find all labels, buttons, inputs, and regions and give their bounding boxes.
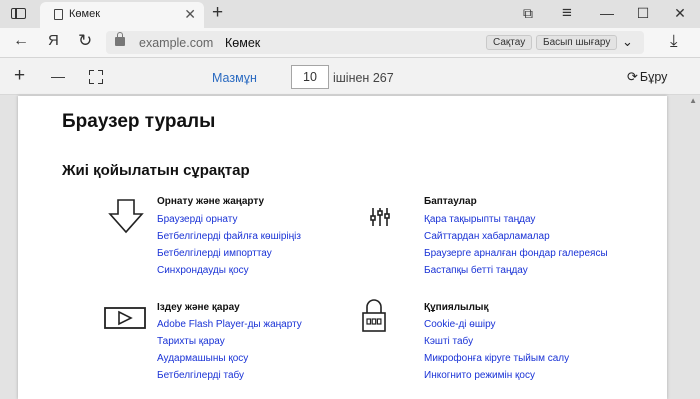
close-window-icon[interactable]: ✕ xyxy=(670,4,690,22)
section-link[interactable]: Микрофонға кіруге тыйым салу xyxy=(424,353,569,364)
section-link[interactable]: Бетбелгілерді файлға көшіріңіз xyxy=(157,231,301,242)
section-title: Іздеу және қарау xyxy=(157,302,240,313)
scroll-up-icon[interactable]: ▲ xyxy=(689,96,697,105)
padlock-icon xyxy=(362,299,386,332)
page-number-input[interactable]: 10 xyxy=(291,65,329,89)
minimize-icon[interactable]: — xyxy=(597,4,617,22)
faq-heading: Жиі қойылатын сұрақтар xyxy=(62,162,250,179)
section-link[interactable]: Қара тақырыпты таңдау xyxy=(424,214,535,225)
section-title: Құпиялылық xyxy=(424,302,489,313)
section-title: Орнату және жаңарту xyxy=(157,196,265,207)
bookmarks-icon[interactable]: ⧉ xyxy=(518,4,538,22)
section-link[interactable]: Синхрондауды қосу xyxy=(157,265,249,276)
section-link[interactable]: Браузерге арналған фондар галереясы xyxy=(424,248,608,259)
section-link[interactable]: Инкогнито режимін қосу xyxy=(424,370,535,381)
reload-icon[interactable]: ↻ xyxy=(78,31,92,51)
download-arrow-icon xyxy=(108,199,144,234)
section-link[interactable]: Кэшті табу xyxy=(424,336,473,347)
page-heading: Браузер туралы xyxy=(62,111,216,132)
video-play-icon xyxy=(104,307,146,329)
section-link[interactable]: Аудармашыны қосу xyxy=(157,353,248,364)
pdf-page: Браузер туралы Жиі қойылатын сұрақтар Ор… xyxy=(18,96,667,399)
address-bar[interactable]: example.com Көмек Сақтау Басып шығару ⌄ xyxy=(106,31,644,54)
table-of-contents-link[interactable]: Мазмұн xyxy=(212,71,257,85)
page-count-label: ішінен 267 xyxy=(333,71,394,85)
rotate-label: Бұру xyxy=(639,70,668,84)
tab-help[interactable]: Көмек ✕ xyxy=(40,2,204,28)
sliders-icon xyxy=(370,208,390,226)
navigation-bar: ← Я ↻ example.com Көмек Сақтау Басып шығ… xyxy=(0,28,700,58)
rotate-icon: ⟳ xyxy=(627,69,638,84)
section-link[interactable]: Cookie-ді өшіру xyxy=(424,319,496,330)
document-icon xyxy=(54,9,63,20)
new-tab-icon[interactable]: + xyxy=(212,2,223,24)
fit-page-icon[interactable] xyxy=(89,70,103,84)
zoom-in-icon[interactable]: + xyxy=(14,65,25,87)
yandex-logo-icon[interactable]: Я xyxy=(48,32,59,49)
section-link[interactable]: Adobe Flash Player-ды жаңарту xyxy=(157,319,302,330)
section-link[interactable]: Бетбелгілерді табу xyxy=(157,370,244,381)
tab-strip: Көмек ✕ + ⧉ ≡ — ☐ ✕ xyxy=(0,0,700,28)
zoom-out-icon[interactable]: — xyxy=(51,68,65,84)
menu-icon[interactable]: ≡ xyxy=(557,3,577,22)
tab-close-icon[interactable]: ✕ xyxy=(184,6,196,23)
section-link[interactable]: Сайттардан хабарламалар xyxy=(424,231,550,242)
pdf-toolbar: + — Мазмұн 10 ішінен 267 ⟳ Бұру xyxy=(0,58,700,95)
print-button[interactable]: Басып шығару xyxy=(536,35,618,50)
chevron-down-icon[interactable]: ⌄ xyxy=(622,34,633,50)
save-button[interactable]: Сақтау xyxy=(486,35,533,50)
section-link[interactable]: Бастапқы бетті таңдау xyxy=(424,265,528,276)
section-link[interactable]: Браузерді орнату xyxy=(157,214,237,225)
download-icon[interactable]: ⤓ xyxy=(670,31,678,51)
tab-title: Көмек xyxy=(69,8,101,20)
section-link[interactable]: Тарихты қарау xyxy=(157,336,225,347)
scrollbar[interactable]: ▲ xyxy=(686,96,700,399)
back-icon[interactable]: ← xyxy=(13,32,29,50)
section-link[interactable]: Бетбелгілерді импорттау xyxy=(157,248,272,259)
document-viewport[interactable]: Браузер туралы Жиі қойылатын сұрақтар Ор… xyxy=(0,96,700,399)
address-domain: example.com xyxy=(139,36,214,50)
rotate-button[interactable]: ⟳ Бұру xyxy=(627,69,667,85)
lock-icon[interactable] xyxy=(115,32,125,46)
sidebar-toggle-icon[interactable] xyxy=(11,8,26,19)
address-page-title: Көмек xyxy=(225,36,261,50)
maximize-icon[interactable]: ☐ xyxy=(633,4,653,22)
section-title: Баптаулар xyxy=(424,196,477,207)
